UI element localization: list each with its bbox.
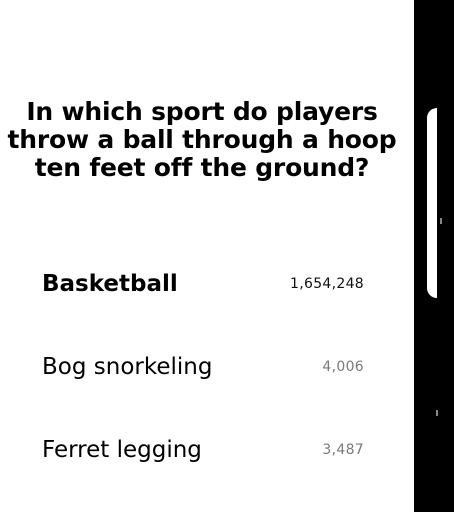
answer-vote-count: 3,487 xyxy=(322,442,364,458)
edge-marker xyxy=(440,218,442,224)
adjacent-card-edge[interactable] xyxy=(427,108,437,298)
edge-marker xyxy=(436,410,438,416)
answer-option-ferret-legging[interactable]: Ferret legging 3,487 xyxy=(42,434,364,468)
trivia-card: In which sport do players throw a ball t… xyxy=(0,0,414,512)
answer-vote-count: 4,006 xyxy=(322,359,364,375)
answer-option-basketball[interactable]: Basketball 1,654,248 xyxy=(42,268,364,302)
answer-label: Ferret legging xyxy=(42,437,202,463)
answer-label: Basketball xyxy=(42,271,178,297)
answer-label: Bog snorkeling xyxy=(42,354,213,380)
question-text: In which sport do players throw a ball t… xyxy=(7,97,397,182)
answer-vote-count: 1,654,248 xyxy=(290,276,364,292)
answer-option-bog-snorkeling[interactable]: Bog snorkeling 4,006 xyxy=(42,351,364,385)
